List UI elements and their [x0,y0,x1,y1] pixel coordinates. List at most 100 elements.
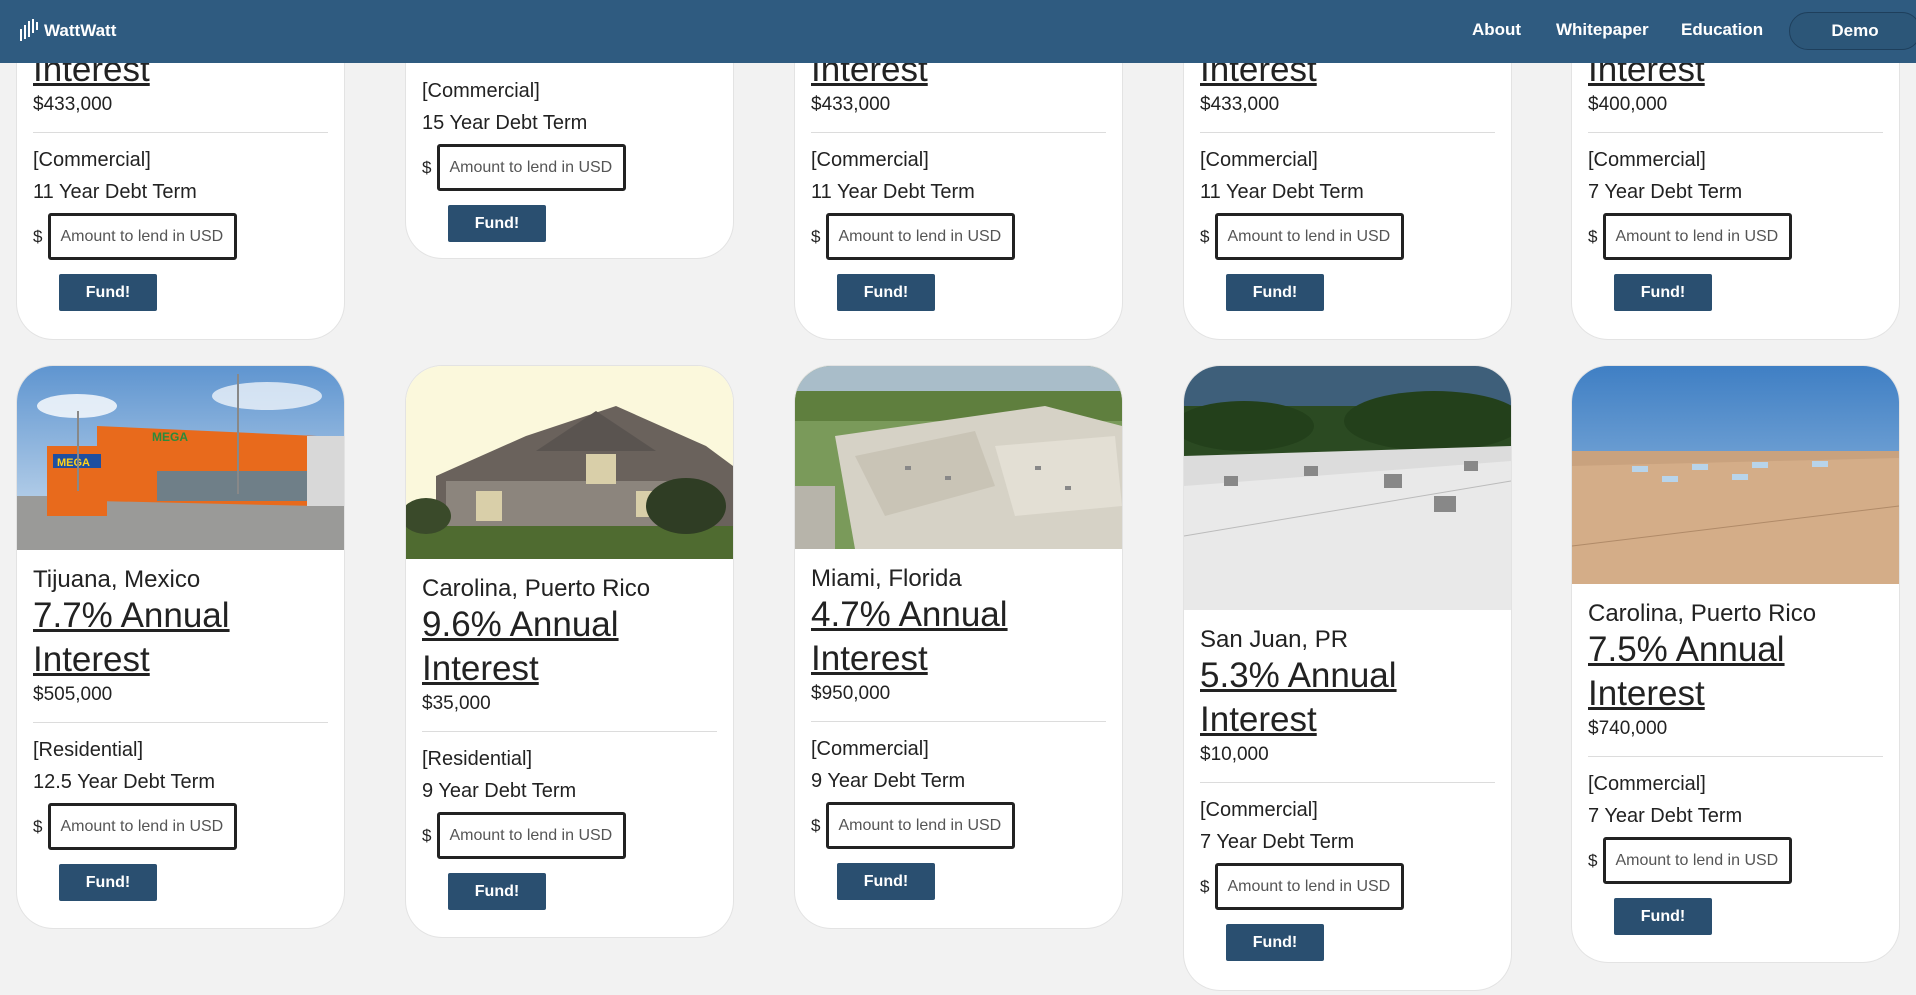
interest-rate-link[interactable]: 7.7% Annual [33,594,328,638]
svg-text:MEGA: MEGA [152,430,188,444]
divider [811,721,1106,722]
lend-amount-input[interactable] [1603,837,1793,884]
interest-rate-link[interactable]: Interest [811,637,1106,681]
divider [33,722,328,723]
project-location: Miami, Florida [811,565,962,592]
project-location: San Juan, PR [1200,626,1349,653]
project-photo-aerial-roof[interactable] [795,366,1122,549]
loan-amount: $433,000 [33,94,113,115]
project-type: [Commercial] [1200,799,1318,821]
fund-button[interactable]: Fund! [1226,274,1324,311]
divider [1588,132,1883,133]
interest-rate-link[interactable]: Interest [1200,698,1495,742]
project-type: [Commercial] [1588,773,1706,795]
loan-amount: $433,000 [1200,94,1280,115]
divider [422,731,717,732]
project-type: [Commercial] [33,149,151,171]
brand-name: WattWatt [44,21,117,40]
nav-link-education[interactable]: Education [1681,20,1763,40]
project-type: [Commercial] [811,149,929,171]
fund-button[interactable]: Fund! [448,873,546,910]
loan-amount: $950,000 [811,683,891,704]
project-card: Miami, Florida 4.7% Annual Interest $950… [795,366,1122,928]
divider [33,132,328,133]
project-card: MEGA MEGA Tijuana, Mexico 7.7% Annual In… [17,366,344,928]
currency-symbol: $ [1200,876,1210,896]
project-photo-house[interactable] [406,366,733,559]
debt-term: 11 Year Debt Term [33,181,197,203]
fund-button[interactable]: Fund! [59,274,157,311]
project-type: [Commercial] [422,80,540,102]
nav-link-whitepaper[interactable]: Whitepaper [1556,20,1649,40]
project-card: San Juan, PR 5.3% Annual Interest $10,00… [1184,366,1511,990]
divider [1200,132,1495,133]
interest-rate-link[interactable]: 9.6% Annual [422,603,717,647]
interest-rate-link[interactable]: 7.5% Annual [1588,628,1883,672]
loan-amount: $740,000 [1588,718,1668,739]
fund-button[interactable]: Fund! [59,864,157,901]
project-card: Carolina, Puerto Rico 7.5% Annual Intere… [1572,366,1899,962]
lend-amount-input[interactable] [826,802,1016,849]
lend-amount-input[interactable] [1215,213,1405,260]
lend-amount-input[interactable] [826,213,1016,260]
brand-logo[interactable]: WattWatt [20,19,116,43]
project-card: Carolina, Puerto Rico 9.6% Annual Intere… [406,366,733,937]
debt-term: 12.5 Year Debt Term [33,771,215,793]
debt-term: 11 Year Debt Term [811,181,975,203]
lend-amount-input[interactable] [1603,213,1793,260]
loan-amount: $433,000 [811,94,891,115]
lend-amount-input[interactable] [48,803,238,850]
debt-term: 7 Year Debt Term [1200,831,1355,853]
project-type: [Residential] [422,748,533,770]
debt-term: 9 Year Debt Term [422,780,577,802]
currency-symbol: $ [1588,226,1598,246]
project-type: [Commercial] [1200,149,1318,171]
divider [811,132,1106,133]
fund-button[interactable]: Fund! [837,274,935,311]
project-photo-tan-roof[interactable] [1572,366,1899,584]
fund-button[interactable]: Fund! [1614,898,1712,935]
project-location: Carolina, Puerto Rico [1588,600,1817,627]
currency-symbol: $ [33,816,43,836]
debt-term: 11 Year Debt Term [1200,181,1364,203]
divider [1588,756,1883,757]
currency-symbol: $ [811,815,821,835]
lend-amount-input[interactable] [437,144,627,191]
demo-button[interactable]: Demo [1789,12,1916,50]
interest-rate-link[interactable]: Interest [33,638,328,682]
top-navbar: WattWatt About Whitepaper Education Demo [0,0,1916,63]
loan-amount: $10,000 [1200,744,1269,765]
debt-term: 7 Year Debt Term [1588,181,1743,203]
lend-amount-input[interactable] [48,213,238,260]
debt-term: 9 Year Debt Term [811,770,966,792]
currency-symbol: $ [33,226,43,246]
debt-term: 7 Year Debt Term [1588,805,1743,827]
project-photo-white-roof[interactable] [1184,366,1511,610]
nav-link-about[interactable]: About [1472,20,1521,40]
project-location: Tijuana, Mexico [33,566,201,593]
currency-symbol: $ [1200,226,1210,246]
currency-symbol: $ [422,157,432,177]
loan-amount: $400,000 [1588,94,1668,115]
svg-text:MEGA: MEGA [57,457,90,469]
fund-button[interactable]: Fund! [1226,924,1324,961]
divider [1200,782,1495,783]
lend-amount-input[interactable] [1215,863,1405,910]
currency-symbol: $ [1588,850,1598,870]
fund-button[interactable]: Fund! [1614,274,1712,311]
wattwatt-logo-icon [20,19,38,41]
project-type: [Commercial] [811,738,929,760]
interest-rate-link[interactable]: Interest [422,647,717,691]
project-photo-store[interactable]: MEGA MEGA [17,366,344,550]
fund-button[interactable]: Fund! [448,205,546,242]
interest-rate-link[interactable]: 4.7% Annual [811,593,1106,637]
project-type: [Residential] [33,739,144,761]
currency-symbol: $ [811,226,821,246]
project-type: [Commercial] [1588,149,1706,171]
lend-amount-input[interactable] [437,812,627,859]
loan-amount: $505,000 [33,684,113,705]
fund-button[interactable]: Fund! [837,863,935,900]
interest-rate-link[interactable]: 5.3% Annual [1200,654,1495,698]
project-location: Carolina, Puerto Rico [422,575,651,602]
interest-rate-link[interactable]: Interest [1588,672,1883,716]
